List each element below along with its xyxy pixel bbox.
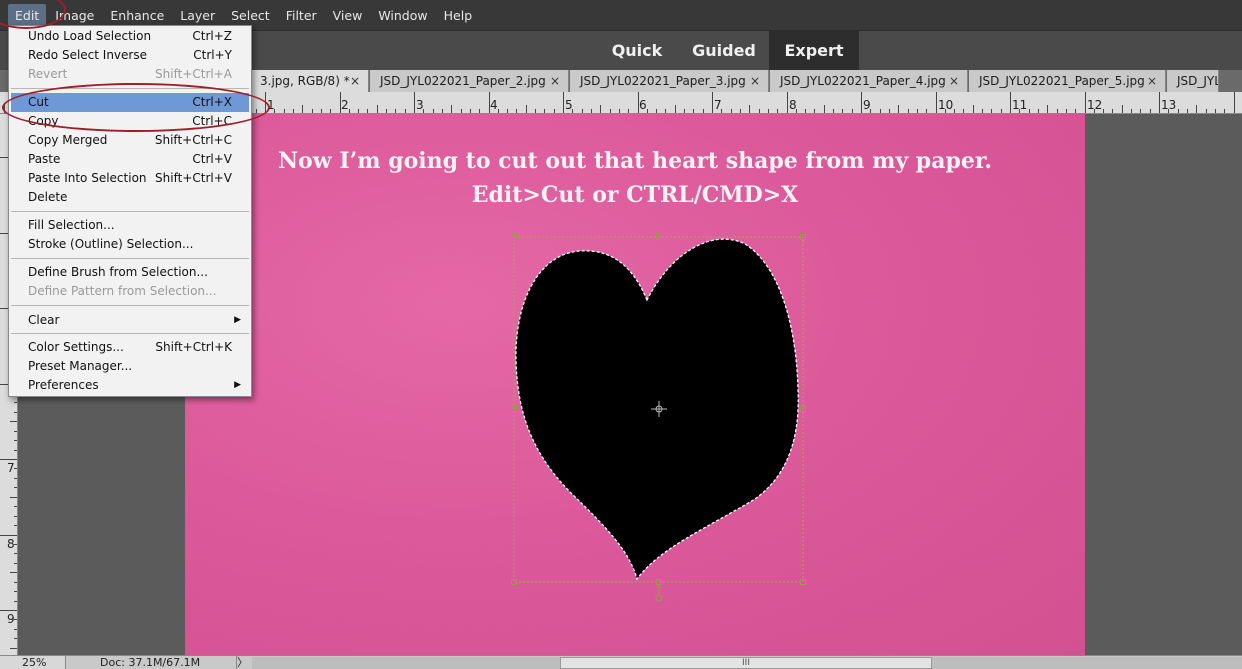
mode-guided-tab[interactable]: Guided <box>680 31 768 71</box>
ruler-label: 9 <box>7 612 15 626</box>
document-tab[interactable]: JSD_JYL022021_Paper_2.jpg × <box>370 70 569 92</box>
ruler-label: 6 <box>639 98 647 112</box>
menu-item-define-brush[interactable]: Define Brush from Selection... <box>11 263 249 282</box>
heart-selection-layer <box>511 234 806 602</box>
menu-item-stroke-selection[interactable]: Stroke (Outline) Selection... <box>11 235 249 254</box>
menu-item-label: Define Brush from Selection... <box>28 265 208 279</box>
menu-item-redo[interactable]: Redo Select Inverse Ctrl+Y <box>11 46 249 65</box>
ruler-label: 5 <box>565 98 573 112</box>
ruler-label: 2 <box>341 98 349 112</box>
ruler-label: 13 <box>1161 98 1177 112</box>
menu-layer[interactable]: Layer <box>173 4 222 27</box>
submenu-arrow-icon: ▶ <box>234 315 241 325</box>
menu-item-label: Revert <box>28 67 68 81</box>
menu-item-shortcut: Ctrl+Y <box>193 48 232 62</box>
menu-item-label: Undo Load Selection <box>28 29 152 43</box>
menu-item-paste[interactable]: Paste Ctrl+V <box>11 150 249 169</box>
menu-item-label: Preset Manager... <box>28 359 133 373</box>
close-icon[interactable]: × <box>1147 70 1157 92</box>
menu-filter[interactable]: Filter <box>279 4 324 27</box>
menu-item-copy-merged[interactable]: Copy Merged Shift+Ctrl+C <box>11 131 249 150</box>
menu-item-label: Paste Into Selection <box>28 171 147 185</box>
tab-label: JSD_JYL022021_Paper_5.jpg <box>979 74 1145 88</box>
menu-item-shortcut: Shift+Ctrl+A <box>155 67 232 81</box>
menu-item-undo[interactable]: Undo Load Selection Ctrl+Z <box>11 27 249 46</box>
close-icon[interactable]: × <box>750 70 760 92</box>
mode-quick-tab[interactable]: Quick <box>598 31 676 71</box>
menu-item-delete[interactable]: Delete <box>11 188 249 207</box>
tab-label: JSD_JYL022021_Paper_4.jpg <box>780 74 946 88</box>
menu-separator <box>11 333 249 334</box>
menu-item-label: Stroke (Outline) Selection... <box>28 237 194 251</box>
ruler-label: 3 <box>416 98 424 112</box>
ruler-label: 12 <box>1087 98 1103 112</box>
menu-item-label: Redo Select Inverse <box>28 48 147 62</box>
ruler-label: 4 <box>490 98 498 112</box>
menu-item-shortcut: Ctrl+V <box>192 152 232 166</box>
status-arrow-icon[interactable]: 〉 <box>236 656 248 669</box>
menu-item-revert[interactable]: Revert Shift+Ctrl+A <box>11 65 249 84</box>
menu-separator <box>11 258 249 259</box>
document-tab[interactable]: JSD_JYL022021_Paper_4.jpg × <box>770 70 968 92</box>
document-tab[interactable]: JSD_JYL <box>1167 70 1219 92</box>
menu-item-label: Paste <box>28 152 61 166</box>
tab-label: 3.jpg, RGB/8) * <box>260 74 350 88</box>
ruler-label: 11 <box>1012 98 1028 112</box>
tab-label: JSD_JYL022021_Paper_3.jpg <box>580 74 746 88</box>
menu-window[interactable]: Window <box>371 4 434 27</box>
photoshop-elements-window: Edit Image Enhance Layer Select Filter V… <box>0 0 1242 669</box>
horizontal-scrollbar[interactable]: III <box>252 657 1242 669</box>
menu-select[interactable]: Select <box>224 4 277 27</box>
menu-item-label: Delete <box>28 190 68 204</box>
ruler-label: 9 <box>863 98 871 112</box>
menu-item-preferences[interactable]: Preferences ▶ <box>11 376 249 395</box>
scrollbar-thumb[interactable]: III <box>560 657 932 669</box>
menu-item-shortcut: Shift+Ctrl+K <box>155 340 232 354</box>
menu-item-shortcut: Ctrl+Z <box>192 29 232 43</box>
menu-view[interactable]: View <box>326 4 370 27</box>
status-bar: 25% Doc: 37.1M/67.1M 〉 III <box>0 655 1242 669</box>
document-tab[interactable]: JSD_JYL022021_Paper_3.jpg × <box>570 70 769 92</box>
close-icon[interactable]: × <box>550 70 560 92</box>
edit-menu-dropdown: Undo Load Selection Ctrl+Z Redo Select I… <box>8 25 252 397</box>
menu-item-label: Clear <box>28 313 60 327</box>
menu-item-define-pattern[interactable]: Define Pattern from Selection... <box>11 282 249 301</box>
zoom-field[interactable]: 25% <box>0 656 66 669</box>
close-icon[interactable]: × <box>350 70 360 92</box>
annotation-circle-cut <box>2 83 270 132</box>
menu-item-label: Define Pattern from Selection... <box>28 284 217 298</box>
menu-separator <box>11 305 249 306</box>
tab-label: JSD_JYL <box>1177 74 1219 88</box>
document-tab[interactable]: 3.jpg, RGB/8) * × <box>250 70 369 92</box>
ruler-label: 10 <box>938 98 954 112</box>
menu-item-preset-manager[interactable]: Preset Manager... <box>11 357 249 376</box>
doc-size: Doc: 37.1M/67.1M <box>100 656 201 669</box>
mode-expert-tab[interactable]: Expert <box>769 31 859 71</box>
close-icon[interactable]: × <box>949 70 959 92</box>
menu-help[interactable]: Help <box>437 4 480 27</box>
ruler-label: 7 <box>7 461 15 475</box>
tab-label: JSD_JYL022021_Paper_2.jpg <box>380 74 546 88</box>
submenu-arrow-icon: ▶ <box>234 380 241 390</box>
menu-item-paste-into-selection[interactable]: Paste Into Selection Shift+Ctrl+V <box>11 169 249 188</box>
ruler-label: 7 <box>714 98 722 112</box>
ruler-label: 8 <box>789 98 797 112</box>
menu-item-label: Fill Selection... <box>28 218 115 232</box>
menu-item-clear[interactable]: Clear ▶ <box>11 311 249 330</box>
menu-item-color-settings[interactable]: Color Settings... Shift+Ctrl+K <box>11 338 249 357</box>
menu-item-shortcut: Shift+Ctrl+V <box>155 171 232 185</box>
menu-item-label: Preferences <box>28 378 99 392</box>
menu-item-shortcut: Shift+Ctrl+C <box>154 133 232 147</box>
menu-item-label: Color Settings... <box>28 340 124 354</box>
ruler-label: 8 <box>7 537 15 551</box>
document-tab[interactable]: JSD_JYL022021_Paper_5.jpg × <box>969 70 1166 92</box>
menu-separator <box>11 211 249 212</box>
document-canvas[interactable]: Now I’m going to cut out that heart shap… <box>185 114 1085 655</box>
menu-item-label: Copy Merged <box>28 133 108 147</box>
menu-item-fill-selection[interactable]: Fill Selection... <box>11 216 249 235</box>
menu-enhance[interactable]: Enhance <box>103 4 171 27</box>
